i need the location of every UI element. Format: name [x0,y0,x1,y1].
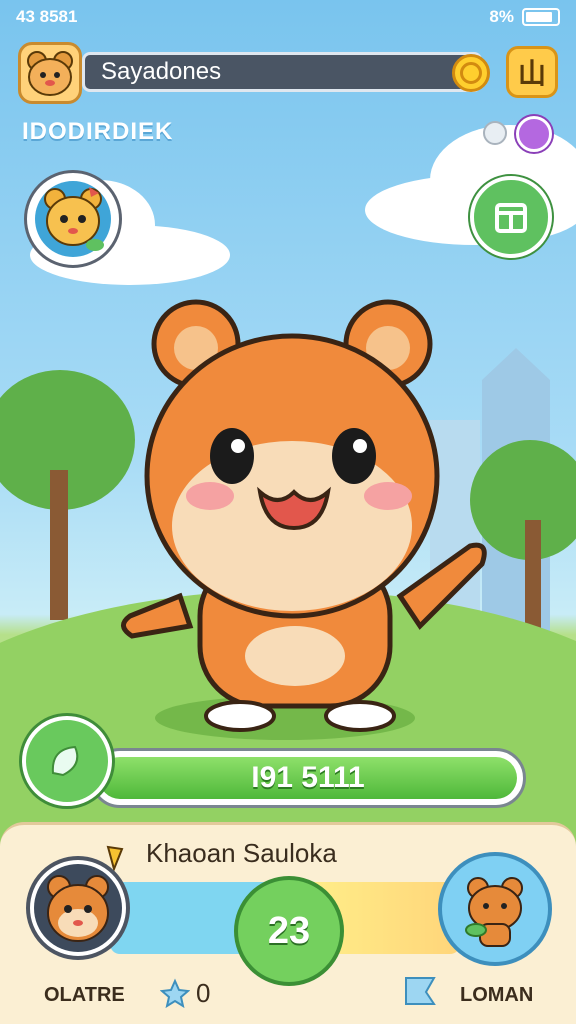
center-value: 23 [267,909,311,952]
settings-dot-icon[interactable] [483,121,507,145]
coin-icon[interactable] [452,54,490,92]
pet-right-button[interactable] [438,852,552,966]
pet-left-button[interactable] [26,856,130,960]
player-avatar-button[interactable] [18,42,82,104]
left-label: OLATRE [44,984,125,1006]
leaf-icon [51,745,79,777]
progress-value: I91 5111 [251,761,365,794]
right-label: LOMAN [460,984,534,1006]
menu-icon: 山 [517,58,546,89]
star-count: 0 [196,978,211,1008]
hamster-leaf-icon [465,877,523,947]
menu-button[interactable]: 山 [506,46,558,98]
center-action-button[interactable]: 23 [234,876,344,986]
profile-girl-icon [35,181,111,257]
status-bar: 43 8581 8% [0,0,576,34]
bear-character[interactable] [110,296,490,736]
pet-name: Khaoan Sauloka [146,838,337,868]
shop-icon [495,203,527,233]
player-name-bar[interactable]: Sayadones [82,52,482,92]
gem-icon[interactable] [516,116,552,152]
star-icon[interactable] [160,978,190,1008]
battery-icon [522,8,560,26]
profile-button[interactable] [24,170,122,268]
subtitle: IDODIRDIEK [22,118,174,145]
signal-text: 43 8581 [16,7,78,26]
feed-button[interactable] [22,716,112,806]
progress-bar: I91 5111 [90,748,526,808]
battery-text: 8% [489,7,514,26]
flag-icon[interactable] [402,974,438,1008]
hamster-pet-icon [34,864,122,952]
shop-button[interactable] [470,176,552,258]
hamster-avatar-icon [27,51,73,96]
